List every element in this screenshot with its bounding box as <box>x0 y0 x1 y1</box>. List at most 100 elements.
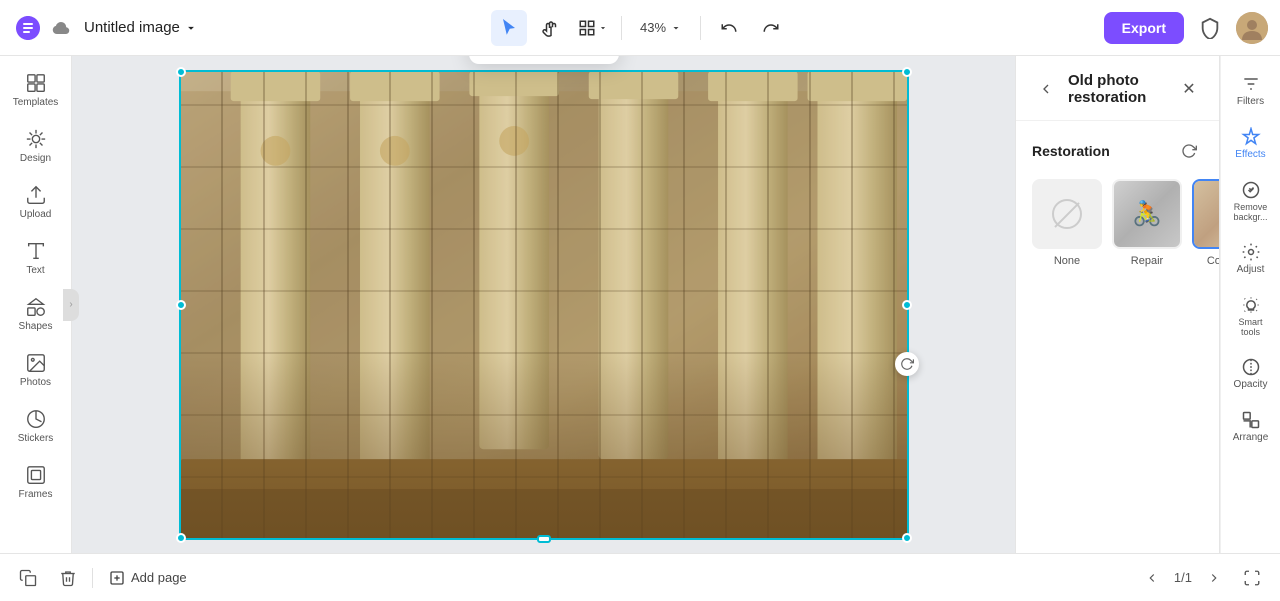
icon-tool-adjust[interactable]: Adjust <box>1223 234 1279 283</box>
smart-tools-label: Smarttools <box>1238 317 1262 337</box>
canvas-area[interactable]: Page 1 <box>72 56 1015 553</box>
file-name-button[interactable]: Untitled image <box>76 15 206 40</box>
bottombar: Add page 1/1 <box>0 553 1280 601</box>
main-area: Templates Design Upload Text <box>0 56 1280 553</box>
effects-label: Effects <box>1235 149 1265 160</box>
file-name-area: Untitled image <box>52 15 206 40</box>
section-title: Restoration <box>1032 143 1110 159</box>
icon-tool-filters[interactable]: Filters <box>1223 66 1279 115</box>
user-avatar[interactable] <box>1236 12 1268 44</box>
sidebar-item-upload[interactable]: Upload <box>6 176 66 228</box>
restoration-option-none[interactable]: None <box>1032 179 1102 267</box>
upload-icon <box>25 184 47 206</box>
expand-button[interactable] <box>1236 562 1268 594</box>
panel-title: Old photo restoration <box>1068 72 1167 106</box>
add-page-icon <box>109 570 125 586</box>
panel-close-button[interactable]: ✕ <box>1175 75 1203 103</box>
remove-bg-icon <box>1241 180 1261 200</box>
grid-button[interactable] <box>511 56 543 58</box>
add-page-button[interactable]: Add page <box>101 566 195 590</box>
sidebar-item-stickers[interactable]: Stickers <box>6 400 66 452</box>
panel-restoration-section: Restoration None <box>1016 121 1219 283</box>
icon-tool-arrange[interactable]: Arrange <box>1223 402 1279 451</box>
more-button[interactable]: ••• <box>579 56 611 58</box>
photos-label: Photos <box>20 377 51 388</box>
duplicate-page-button[interactable] <box>12 562 44 594</box>
icon-tool-smart-tools[interactable]: Smarttools <box>1223 287 1279 345</box>
repair-image <box>1114 181 1180 247</box>
cloud-icon <box>52 19 70 37</box>
icon-tool-opacity[interactable]: Opacity <box>1223 349 1279 398</box>
opacity-icon <box>1241 357 1261 377</box>
sidebar-expand-handle[interactable]: › <box>63 289 79 321</box>
handle-bottom-middle[interactable] <box>537 535 551 543</box>
arrange-icon <box>1241 410 1261 430</box>
canvas-content[interactable]: ••• <box>179 70 909 540</box>
bottom-divider <box>92 568 93 588</box>
shapes-icon <box>25 296 47 318</box>
undo-button[interactable] <box>711 10 747 46</box>
sidebar-item-shapes[interactable]: Shapes <box>6 288 66 340</box>
section-header: Restoration <box>1032 137 1203 165</box>
crop-button[interactable] <box>477 56 509 58</box>
sidebar-item-photos[interactable]: Photos <box>6 344 66 396</box>
delete-page-button[interactable] <box>52 562 84 594</box>
frames-label: Frames <box>19 489 53 500</box>
file-name-text: Untitled image <box>84 19 180 36</box>
handle-bottom-right[interactable] <box>902 533 912 543</box>
zoom-button[interactable]: 43% <box>632 16 690 39</box>
stickers-icon <box>25 408 47 430</box>
canvas-image <box>181 72 907 538</box>
restoration-panel: Old photo restoration ✕ Restoration <box>1016 56 1220 553</box>
sidebar-item-frames[interactable]: Frames <box>6 456 66 508</box>
handle-middle-right[interactable] <box>902 300 912 310</box>
restoration-thumb-repair[interactable] <box>1112 179 1182 249</box>
sidebar-item-design[interactable]: Design <box>6 120 66 172</box>
colorize-image <box>1194 181 1220 247</box>
restoration-option-repair[interactable]: Repair <box>1112 179 1182 267</box>
text-label: Text <box>26 265 44 276</box>
restoration-thumb-none[interactable] <box>1032 179 1102 249</box>
topbar: Untitled image 43% Export <box>0 0 1280 56</box>
templates-icon <box>25 72 47 94</box>
stickers-label: Stickers <box>18 433 54 444</box>
handle-middle-left[interactable] <box>176 300 186 310</box>
shield-button[interactable] <box>1192 10 1228 46</box>
sidebar-item-text[interactable]: Text <box>6 232 66 284</box>
canva-logo[interactable] <box>12 12 44 44</box>
restoration-thumb-colorize[interactable] <box>1192 179 1220 249</box>
hand-tool-button[interactable] <box>533 10 569 46</box>
divider-2 <box>700 16 701 40</box>
design-icon <box>25 128 47 150</box>
filters-label: Filters <box>1237 96 1264 107</box>
icon-tool-effects[interactable]: Effects <box>1223 119 1279 168</box>
remove-bg-label: Removebackgr... <box>1233 202 1267 222</box>
prev-page-button[interactable] <box>1138 564 1166 592</box>
right-panel: Old photo restoration ✕ Restoration <box>1015 56 1280 553</box>
view-options-button[interactable] <box>575 10 611 46</box>
icon-tool-remove-bg[interactable]: Removebackgr... <box>1223 172 1279 230</box>
chevron-down-icon <box>184 21 198 35</box>
rotate-handle[interactable] <box>895 352 919 376</box>
adjust-label: Adjust <box>1237 264 1265 275</box>
copy-button[interactable] <box>545 56 577 58</box>
zoom-chevron-icon <box>670 22 682 34</box>
topbar-center: 43% <box>491 10 789 46</box>
sidebar-item-templates[interactable]: Templates <box>6 64 66 116</box>
restoration-label-none: None <box>1054 255 1080 267</box>
add-page-label: Add page <box>131 570 187 585</box>
next-page-button[interactable] <box>1200 564 1228 592</box>
section-refresh-button[interactable] <box>1175 137 1203 165</box>
select-tool-button[interactable] <box>491 10 527 46</box>
export-button[interactable]: Export <box>1104 12 1184 44</box>
temple-svg <box>181 72 907 538</box>
redo-button[interactable] <box>753 10 789 46</box>
topbar-right: Export <box>797 10 1268 46</box>
page-indicator: 1/1 <box>1174 570 1192 585</box>
photos-icon <box>25 352 47 374</box>
handle-bottom-left[interactable] <box>176 533 186 543</box>
handle-top-left[interactable] <box>176 67 186 77</box>
handle-top-right[interactable] <box>902 67 912 77</box>
restoration-option-colorize[interactable]: Colorize <box>1192 179 1220 267</box>
panel-back-button[interactable] <box>1032 75 1060 103</box>
